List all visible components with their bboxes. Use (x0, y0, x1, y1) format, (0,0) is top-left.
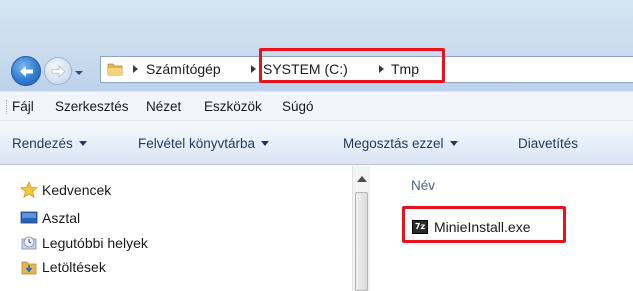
back-button[interactable] (11, 56, 41, 86)
forward-arrow-icon (51, 65, 66, 78)
scroll-thumb[interactable] (355, 192, 368, 291)
recent-pages-button[interactable] (74, 66, 84, 76)
navigation-pane: Kedvencek Asztal Legutóbbi helyek Letölt… (0, 166, 352, 291)
dropdown-arrow-icon (261, 140, 270, 146)
menu-tools[interactable]: Eszközök (204, 99, 262, 114)
nav-pane-scrollbar[interactable] (352, 166, 370, 291)
nav-item-favorites[interactable]: Kedvencek (19, 179, 112, 201)
nav-item-label: Letöltések (42, 259, 106, 275)
breadcrumb-separator[interactable] (251, 65, 256, 73)
chevron-down-icon (75, 71, 83, 75)
menu-grip (6, 100, 8, 114)
nav-item-downloads[interactable]: Letöltések (20, 256, 106, 278)
organize-label: Rendezés (12, 136, 73, 151)
menu-edit[interactable]: Szerkesztés (55, 99, 129, 114)
share-with-button[interactable]: Megosztás ezzel (343, 136, 458, 151)
nav-item-label: Legutóbbi helyek (42, 235, 148, 251)
menu-view[interactable]: Nézet (146, 99, 181, 114)
organize-button[interactable]: Rendezés (12, 136, 87, 151)
command-bar: Rendezés Felvétel könyvtárba Megosztás e… (0, 121, 633, 165)
folder-icon (107, 61, 123, 77)
include-in-library-button[interactable]: Felvétel könyvtárba (138, 136, 270, 151)
share-with-label: Megosztás ezzel (343, 136, 444, 151)
menu-file[interactable]: Fájl (12, 99, 34, 114)
include-in-library-label: Felvétel könyvtárba (138, 136, 256, 151)
file-highlight-box (402, 206, 566, 243)
breadcrumb-computer[interactable]: Számítógép (146, 61, 221, 77)
path-highlight-box (259, 48, 445, 83)
recent-places-icon (20, 234, 38, 252)
breadcrumb-separator[interactable] (133, 65, 138, 73)
dropdown-arrow-icon (78, 140, 87, 146)
forward-button[interactable] (44, 57, 72, 85)
menu-bar: Fájl Szerkesztés Nézet Eszközök Súgó (0, 91, 633, 121)
desktop-icon (20, 209, 38, 227)
title-bar: Számítógép SYSTEM (C:) Tmp (0, 0, 633, 91)
star-icon (19, 180, 39, 199)
scroll-up-arrow-icon[interactable] (357, 176, 367, 182)
nav-item-label: Kedvencek (42, 182, 112, 198)
menu-help[interactable]: Súgó (282, 99, 314, 114)
column-header-name[interactable]: Név (411, 178, 435, 193)
back-arrow-icon (20, 66, 33, 77)
nav-item-recent-places[interactable]: Legutóbbi helyek (20, 232, 148, 254)
slideshow-button[interactable]: Diavetítés (518, 136, 578, 151)
nav-item-label: Asztal (42, 210, 81, 226)
dropdown-arrow-icon (449, 140, 458, 146)
downloads-folder-icon (20, 258, 38, 276)
nav-item-desktop[interactable]: Asztal (20, 207, 80, 229)
